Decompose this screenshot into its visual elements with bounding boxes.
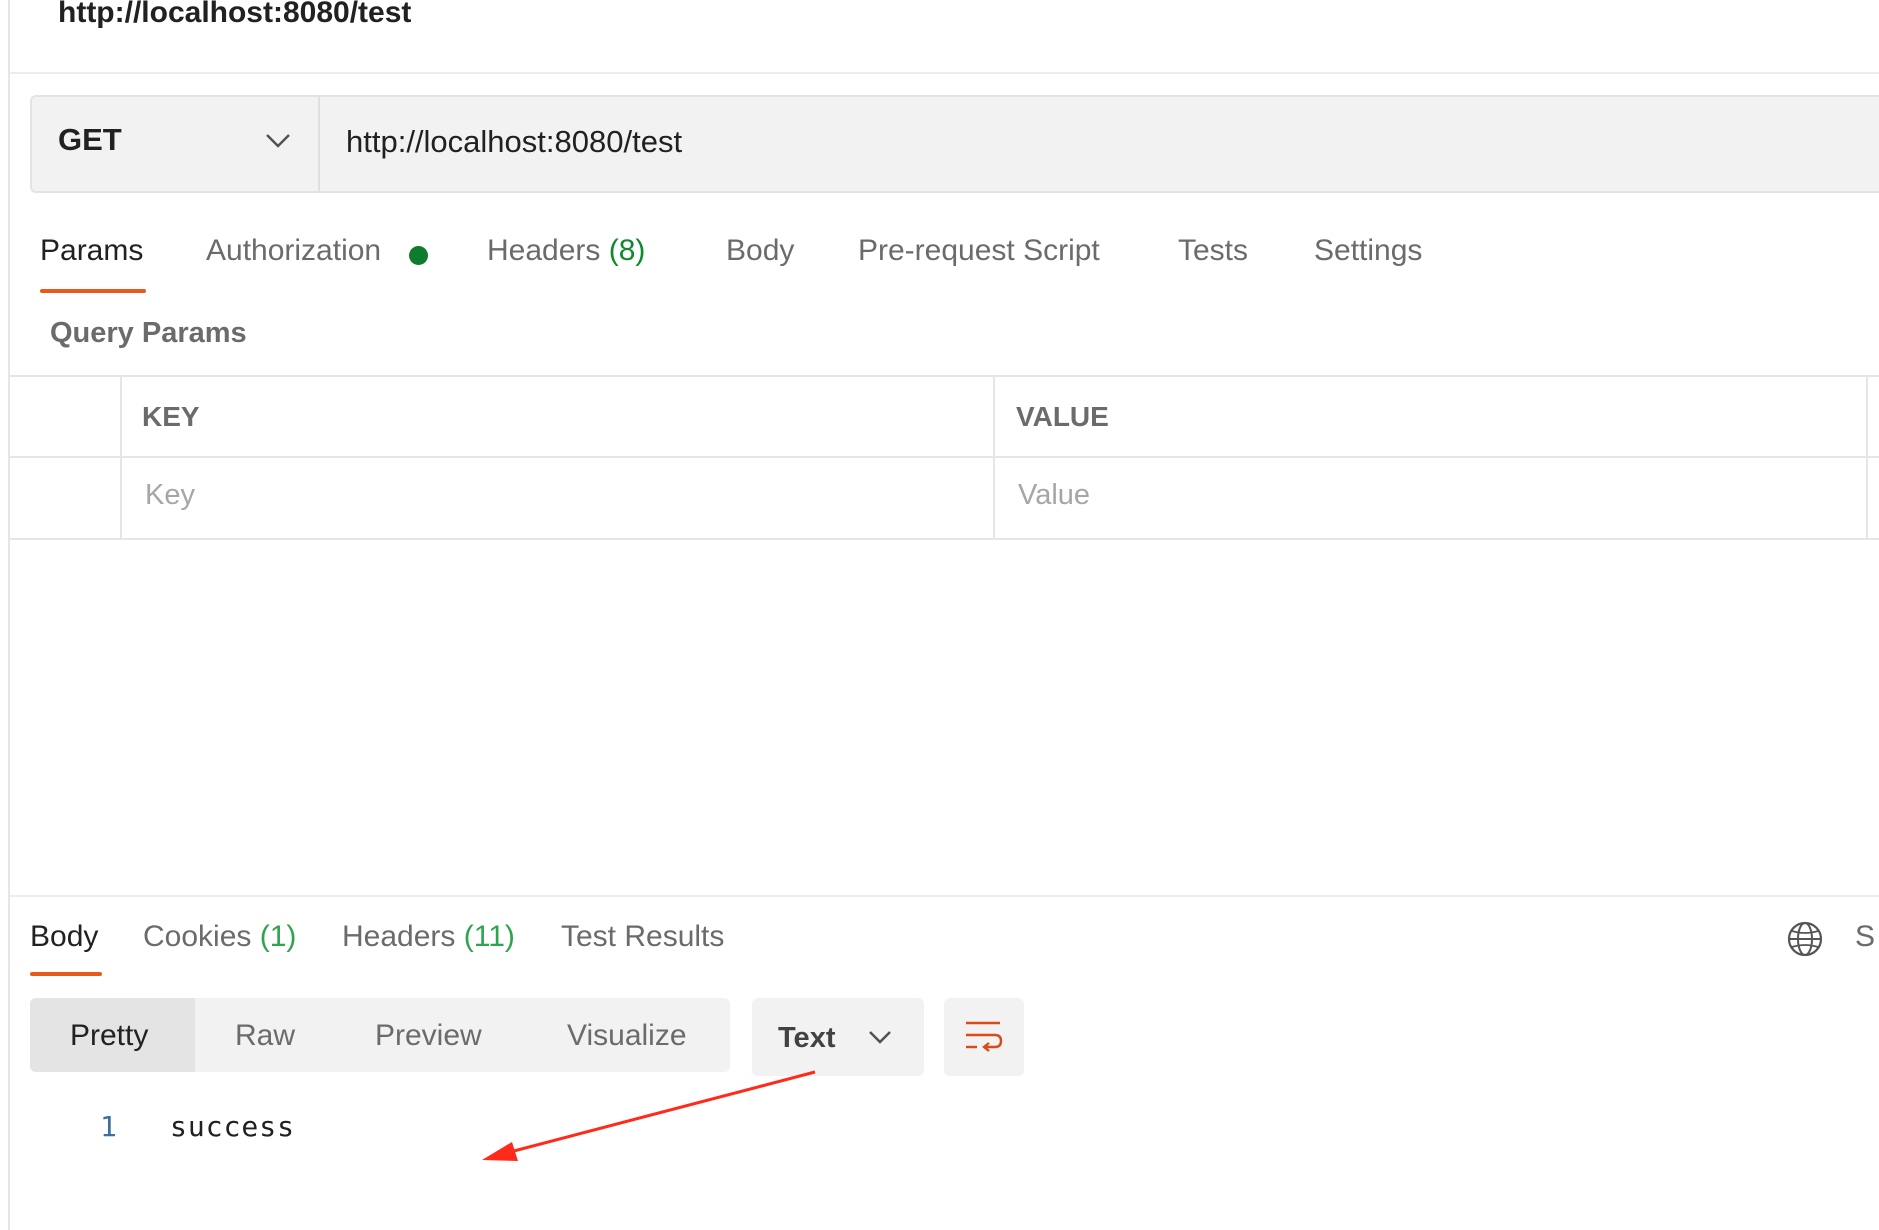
- url-bar: [30, 95, 1879, 193]
- column-header-key: KEY: [142, 401, 200, 432]
- mode-preview[interactable]: Preview: [375, 1019, 482, 1053]
- response-tab-cookies[interactable]: Cookies (1): [143, 920, 296, 954]
- truncated-status-text: S: [1855, 920, 1876, 953]
- wrap-lines-icon[interactable]: [963, 1018, 1003, 1056]
- tab-pre-request-script[interactable]: Pre-request Script: [858, 234, 1100, 268]
- line-number: 1: [100, 1110, 117, 1143]
- mode-pretty[interactable]: Pretty: [70, 1019, 148, 1053]
- url-input[interactable]: http://localhost:8080/test: [346, 124, 682, 160]
- header-divider: [10, 72, 1879, 74]
- table-col-border: [1866, 375, 1868, 540]
- table-row-border: [10, 456, 1879, 458]
- tab-tests[interactable]: Tests: [1178, 234, 1248, 268]
- url-bar-separator: [318, 96, 320, 192]
- response-tab-headers-count: (11): [463, 920, 515, 953]
- table-col-border: [993, 375, 995, 540]
- response-tab-cookies-count: (1): [259, 920, 297, 953]
- tab-settings[interactable]: Settings: [1314, 234, 1422, 268]
- chevron-down-icon[interactable]: [265, 133, 291, 149]
- response-tab-test-results[interactable]: Test Results: [561, 920, 724, 954]
- response-tab-headers-label: Headers: [342, 920, 456, 953]
- table-bottom-border: [10, 538, 1879, 540]
- response-body-text: success: [170, 1110, 296, 1143]
- response-tab-headers[interactable]: Headers (11): [342, 920, 515, 954]
- response-divider: [10, 895, 1879, 897]
- key-input[interactable]: Key: [145, 479, 195, 512]
- tab-headers[interactable]: Headers (8): [487, 234, 645, 268]
- query-params-label: Query Params: [50, 317, 247, 349]
- method-select[interactable]: GET: [58, 122, 122, 158]
- tab-authorization[interactable]: Authorization: [206, 234, 381, 268]
- column-header-value: VALUE: [1016, 401, 1109, 432]
- annotation-arrow: [482, 1070, 816, 1161]
- format-select-label: Text: [778, 1022, 836, 1054]
- table-top-border: [10, 375, 1879, 377]
- request-title[interactable]: http://localhost:8080/test: [58, 0, 411, 30]
- left-panel-border: [8, 0, 10, 1230]
- globe-icon[interactable]: [1786, 920, 1824, 958]
- response-tab-cookies-label: Cookies: [143, 920, 252, 953]
- response-tab-body[interactable]: Body: [30, 920, 98, 954]
- value-input[interactable]: Value: [1018, 479, 1090, 512]
- tab-headers-label: Headers: [487, 234, 601, 267]
- tab-headers-count: (8): [608, 234, 646, 267]
- active-tab-indicator: [40, 289, 146, 293]
- tab-params[interactable]: Params: [40, 234, 143, 268]
- tab-body[interactable]: Body: [726, 234, 794, 268]
- active-tab-indicator: [30, 972, 102, 976]
- mode-visualize[interactable]: Visualize: [567, 1019, 687, 1053]
- chevron-down-icon[interactable]: [868, 1030, 892, 1046]
- status-dot-icon: [409, 246, 428, 265]
- mode-raw[interactable]: Raw: [235, 1019, 295, 1053]
- table-col-border: [120, 375, 122, 540]
